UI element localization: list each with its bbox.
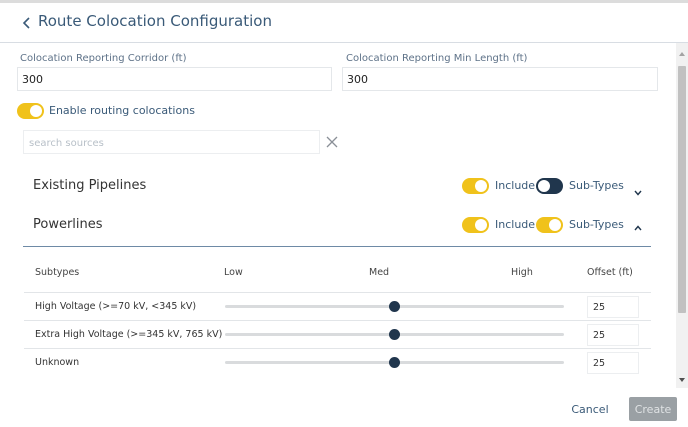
powerlines-title: Powerlines — [33, 217, 103, 232]
row-divider — [24, 348, 651, 349]
existing-pipelines-subtypes-toggle[interactable] — [536, 178, 563, 194]
min-length-label: Colocation Reporting Min Length (ft) — [346, 53, 528, 64]
dialog-content: Colocation Reporting Corridor (ft) Coloc… — [0, 43, 676, 388]
chevron-left-icon[interactable] — [20, 15, 34, 29]
create-button[interactable]: Create — [629, 397, 677, 421]
slider-thumb[interactable] — [389, 301, 400, 312]
offset-input[interactable] — [587, 296, 639, 318]
toggle-knob — [30, 105, 42, 117]
offset-input[interactable] — [587, 352, 639, 374]
dialog-header: Route Colocation Configuration — [0, 3, 688, 43]
powerlines-include-toggle[interactable] — [462, 217, 489, 233]
subtype-label: Unknown — [35, 357, 80, 368]
col-header-low: Low — [224, 267, 243, 278]
corridor-input[interactable] — [17, 67, 332, 91]
chevron-up-icon[interactable] — [633, 218, 643, 231]
powerlines-subtypes-label: Sub-Types — [569, 218, 624, 231]
page-title: Route Colocation Configuration — [38, 12, 272, 30]
enable-routing-label: Enable routing colocations — [49, 104, 195, 117]
slider-thumb[interactable] — [389, 357, 400, 368]
corridor-label: Colocation Reporting Corridor (ft) — [20, 53, 187, 64]
search-field — [23, 130, 320, 155]
powerlines-subtypes-toggle[interactable] — [536, 217, 563, 233]
col-header-med: Med — [369, 267, 390, 278]
existing-pipelines-include-toggle[interactable] — [462, 178, 489, 194]
toggle-knob — [538, 180, 550, 192]
close-icon[interactable] — [325, 134, 339, 148]
search-input[interactable] — [24, 132, 319, 155]
chevron-down-icon[interactable] — [633, 183, 643, 196]
cancel-button[interactable]: Cancel — [566, 397, 614, 421]
subtype-label: Extra High Voltage (>=345 kV, 765 kV) — [35, 329, 223, 340]
powerlines-include-label: Include — [495, 218, 536, 231]
subtype-label: High Voltage (>=70 kV, <345 kV) — [35, 301, 197, 312]
section-divider — [23, 246, 651, 247]
scrollbar-thumb[interactable] — [678, 66, 686, 313]
existing-pipelines-include-label: Include — [495, 179, 536, 192]
existing-pipelines-subtypes-label: Sub-Types — [569, 179, 624, 192]
offset-input[interactable] — [587, 324, 639, 346]
existing-pipelines-title: Existing Pipelines — [33, 178, 147, 193]
col-header-high: High — [511, 267, 533, 278]
toggle-knob — [475, 219, 487, 231]
scroll-up-arrow-icon[interactable] — [679, 52, 685, 56]
min-length-input[interactable] — [342, 67, 658, 91]
enable-routing-toggle[interactable] — [17, 103, 44, 119]
scroll-down-arrow-icon[interactable] — [679, 378, 685, 382]
toggle-knob — [549, 219, 561, 231]
col-header-offset: Offset (ft) — [587, 267, 633, 278]
slider-thumb[interactable] — [389, 329, 400, 340]
col-header-subtypes: Subtypes — [35, 267, 80, 278]
row-divider — [24, 292, 651, 293]
row-divider — [24, 320, 651, 321]
toggle-knob — [475, 180, 487, 192]
